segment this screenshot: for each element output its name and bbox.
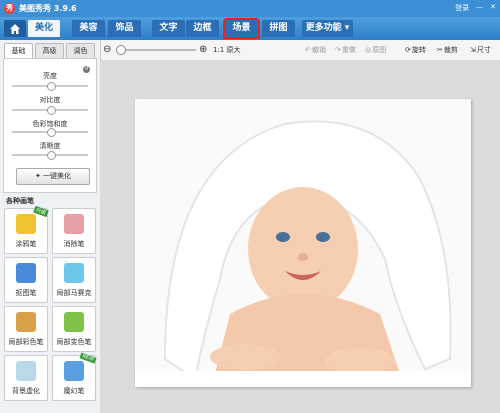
tab-beautify[interactable]: 美化 [28, 20, 60, 37]
saturation-knob[interactable] [47, 128, 56, 137]
top-toolbar: ⊖ ⊕ 1:1 原大 ↶ 撤销 ↷ 重做 ◎ 原图 ⟳ 旋转 ✂ 裁剪 ⇲ 尺寸 [100, 40, 500, 61]
redo-button[interactable]: ↷ 重做 [335, 45, 356, 55]
subtab-color[interactable]: 调色 [66, 43, 95, 59]
brush-doodle-label: 涂鸦笔 [15, 240, 37, 248]
brush-bg-blur[interactable]: 背景虚化 [4, 355, 48, 401]
tab-accessories[interactable]: 饰品 [108, 20, 141, 37]
rotate-button[interactable]: ⟳ 旋转 [405, 45, 426, 55]
rotate-label: 旋转 [411, 46, 426, 54]
contrast-label: 对比度 [39, 96, 61, 104]
tab-more[interactable]: 更多功能 ▾ [302, 20, 353, 37]
brush-bg-blur-label: 背景虚化 [12, 387, 40, 395]
zoom-in-icon[interactable]: ⊕ [199, 44, 207, 55]
doodle-brush-icon [16, 214, 36, 234]
restore-label: 原图 [372, 46, 387, 54]
cutout-brush-icon [16, 263, 36, 283]
resize-button[interactable]: ⇲ 尺寸 [470, 45, 491, 55]
window-controls: 登录 — ✕ [455, 3, 496, 13]
undo-button[interactable]: ↶ 撤销 [305, 45, 326, 55]
subtab-advanced[interactable]: 高级 [35, 43, 64, 59]
saturation-slider[interactable] [12, 128, 88, 137]
home-icon [10, 23, 20, 34]
canvas-area [100, 61, 500, 413]
mosaic-icon [64, 263, 84, 283]
tab-text[interactable]: 文字 [152, 20, 185, 37]
zoom-out-icon[interactable]: ⊖ [103, 44, 111, 55]
brush-eraser[interactable]: 消除笔 [52, 208, 96, 254]
baby-photo [135, 99, 471, 387]
blur-icon [16, 361, 36, 381]
restore-button[interactable]: ◎ 原图 [365, 45, 386, 55]
brush-eraser-label: 消除笔 [63, 240, 85, 248]
contrast-knob[interactable] [47, 106, 56, 115]
original-size-button[interactable]: 1:1 原大 [213, 45, 241, 55]
redo-label: 重做 [341, 46, 356, 54]
brightness-slider[interactable] [12, 82, 88, 91]
crop-icon: ✂ [437, 46, 443, 54]
redo-icon: ↷ [335, 46, 341, 54]
brush-recolor[interactable]: 局部变色笔 [52, 306, 96, 352]
eraser-icon [64, 214, 84, 234]
title-bar: 秀 美图秀秀 3.9.6 登录 — ✕ [0, 0, 500, 17]
resize-label: 尺寸 [476, 46, 491, 54]
brush-cutout-label: 抠图笔 [15, 289, 37, 297]
zoom-slider[interactable] [116, 45, 196, 55]
zoom-knob[interactable] [116, 45, 126, 55]
crop-label: 裁剪 [443, 46, 458, 54]
tab-scene[interactable]: 场景 [223, 18, 260, 39]
minimize-button[interactable]: — [476, 3, 483, 13]
brush-doodle[interactable]: 升级 涂鸦笔 [4, 205, 49, 254]
brush-magic[interactable]: NEW 魔幻笔 [52, 352, 97, 401]
brush-section-title: 各种画笔 [6, 197, 34, 205]
brush-recolor-label: 局部变色笔 [56, 338, 92, 346]
one-click-beautify-button[interactable]: ✦ 一键美化 [16, 168, 90, 185]
subtab-basic[interactable]: 基础 [4, 43, 33, 59]
close-button[interactable]: ✕ [490, 3, 496, 13]
brush-local-color-label: 局部彩色笔 [8, 338, 44, 346]
brush-magic-label: 魔幻笔 [63, 387, 85, 395]
app-title: 美图秀秀 3.9.6 [19, 4, 77, 13]
login-link[interactable]: 登录 [455, 3, 469, 13]
sharpness-label: 清晰度 [39, 142, 61, 150]
brush-mosaic-label: 局部马赛克 [56, 289, 92, 297]
rotate-icon: ⟳ [405, 46, 411, 54]
one-click-label: 一键美化 [43, 172, 72, 180]
tab-collage[interactable]: 拼图 [262, 20, 295, 37]
brightness-label: 亮度 [43, 72, 57, 80]
brush-cutout[interactable]: 抠图笔 [4, 257, 48, 303]
app-logo: 秀 [4, 3, 15, 14]
undo-icon: ↶ [305, 46, 311, 54]
adjust-panel: ↺ 亮度 对比度 色彩饱和度 清晰度 ✦ 一键美化 [3, 58, 97, 193]
contrast-slider[interactable] [12, 106, 88, 115]
recolor-bucket-icon [64, 312, 84, 332]
undo-label: 撤销 [311, 46, 326, 54]
tab-facial[interactable]: 美容 [72, 20, 105, 37]
brush-local-color[interactable]: 局部彩色笔 [4, 306, 48, 352]
photo-canvas[interactable] [135, 99, 471, 387]
magic-brush-icon [64, 361, 84, 381]
resize-icon: ⇲ [470, 46, 476, 54]
left-panel: 基础 高级 调色 ↺ 亮度 对比度 色彩饱和度 清晰度 ✦ 一键美化 各种画笔 … [0, 40, 101, 413]
sharpness-slider[interactable] [12, 151, 88, 160]
main-nav: 美化 美容 饰品 文字 边框 场景 拼图 更多功能 ▾ [0, 17, 500, 40]
wand-icon: ✦ [34, 172, 44, 180]
crop-button[interactable]: ✂ 裁剪 [437, 45, 458, 55]
sharpness-knob[interactable] [47, 151, 56, 160]
brightness-knob[interactable] [47, 82, 56, 91]
brush-mosaic[interactable]: 局部马赛克 [52, 257, 96, 303]
home-button[interactable] [4, 20, 26, 37]
color-brush-icon [16, 312, 36, 332]
restore-icon: ◎ [365, 46, 372, 54]
tab-frame[interactable]: 边框 [186, 20, 219, 37]
